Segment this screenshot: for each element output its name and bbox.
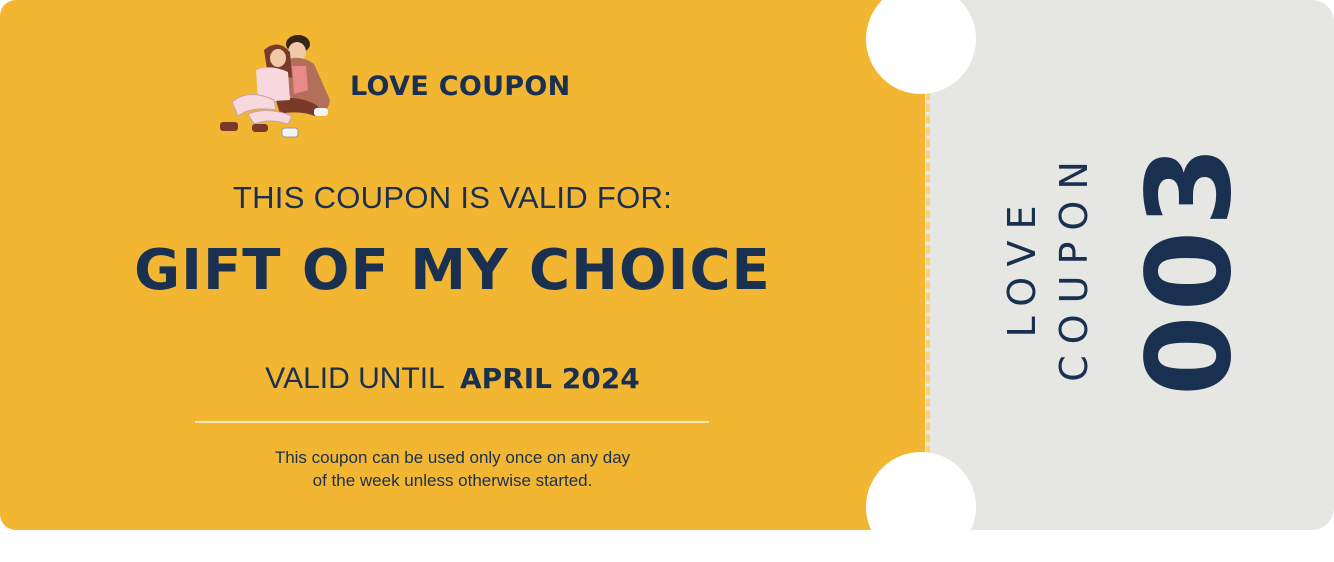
coupon-offer: GIFT OF MY CHOICE [134,238,771,303]
brand-title: LOVE COUPON [350,70,571,102]
valid-for-label: THIS COUPON IS VALID FOR: [232,180,673,215]
brand: LOVE COUPON [218,30,571,142]
valid-until-date: APRIL 2024 [460,362,640,395]
stub-word-coupon: COUPON [1052,150,1096,382]
terms-line-1: This coupon can be used only once on any… [274,448,631,467]
coupon-number: 003 [1122,141,1258,397]
coupon-terms: This coupon can be used only once on any… [0,446,905,492]
perforation-line [926,92,930,454]
stub-word-love: LOVE [1000,194,1044,338]
terms-line-2: of the week unless otherwise started. [312,471,593,490]
valid-until-label: VALID UNTIL [265,362,444,395]
valid-until: VALID UNTIL APRIL 2024 [0,362,905,396]
divider [195,421,709,423]
couple-illustration [220,35,330,138]
